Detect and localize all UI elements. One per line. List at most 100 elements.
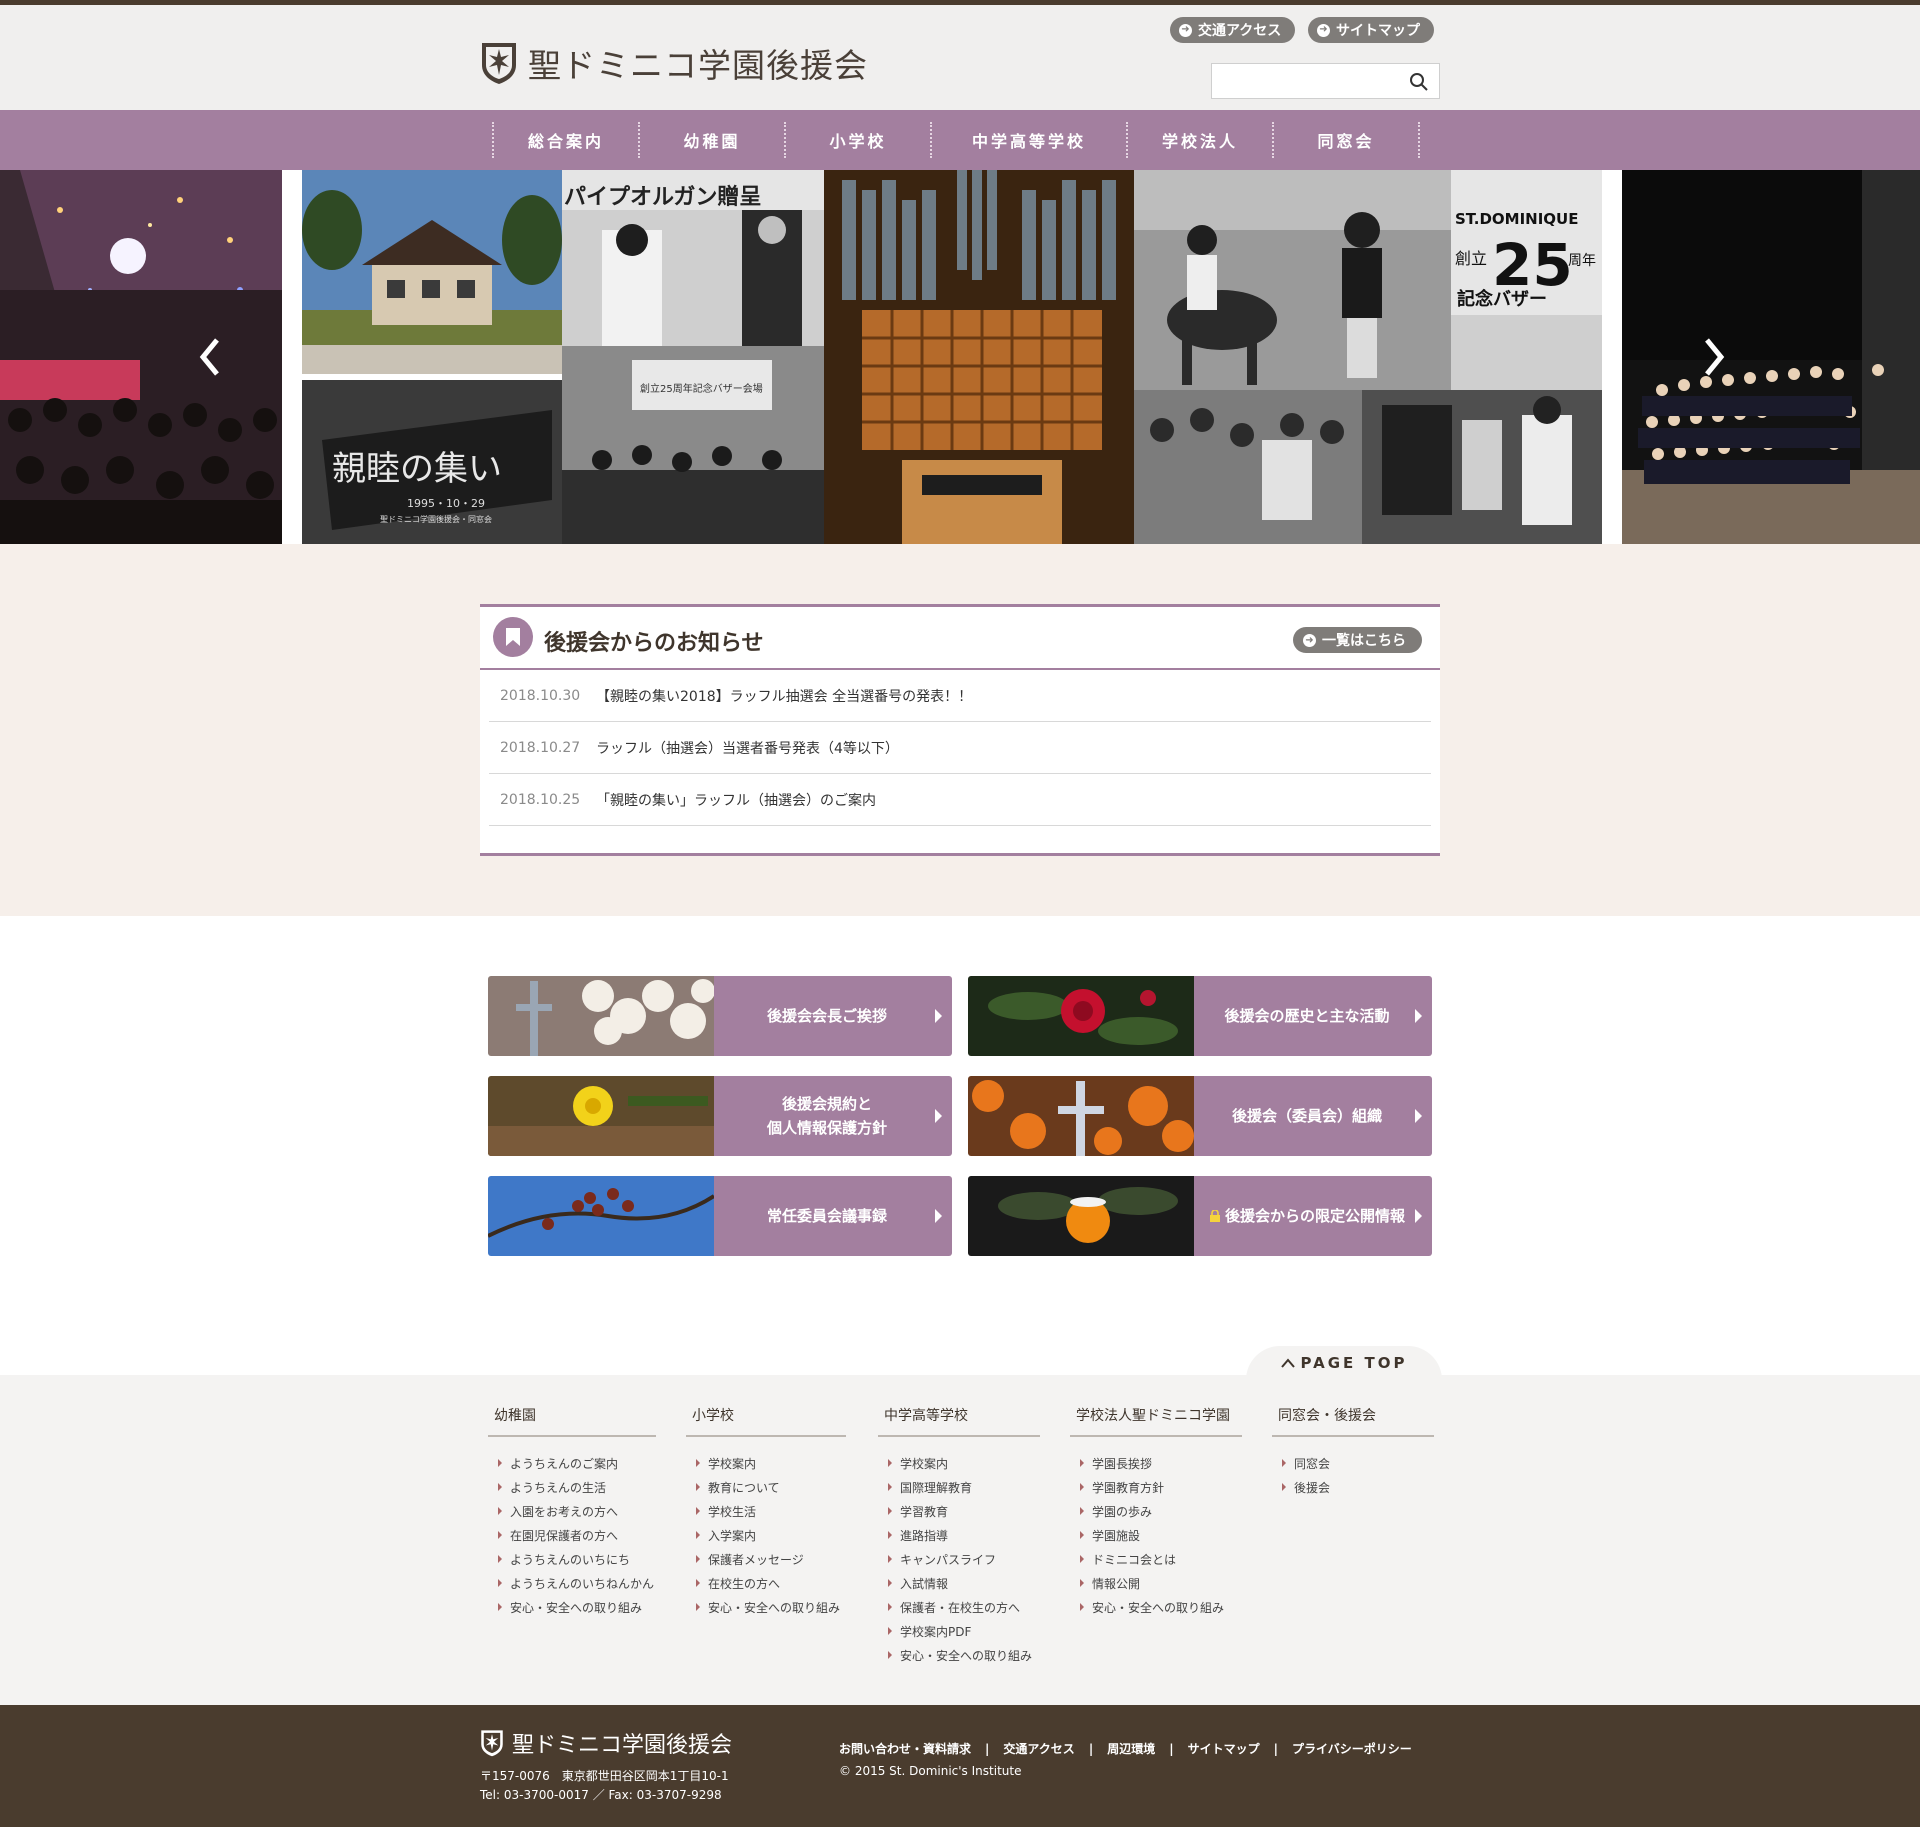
footer-link[interactable]: 入試情報: [888, 1571, 1040, 1595]
news-link[interactable]: ラッフル（抽選会）当選者番号発表（4等以下）: [596, 738, 899, 758]
news-link[interactable]: 「親睦の集い」ラッフル（抽選会）のご案内: [596, 790, 876, 810]
footer-link[interactable]: 安心・安全への取り組み: [1080, 1595, 1242, 1619]
footer-link[interactable]: 保護者メッセージ: [696, 1547, 846, 1571]
footer-link[interactable]: 後援会: [1282, 1475, 1434, 1499]
footer-link-text[interactable]: 安心・安全への取り組み: [510, 1599, 642, 1616]
footer-link[interactable]: ドミニコ会とは: [1080, 1547, 1242, 1571]
footer-link-text[interactable]: ようちえんのいちねんかん: [510, 1575, 654, 1592]
footer-link[interactable]: 国際理解教育: [888, 1475, 1040, 1499]
footer-link[interactable]: 進路指導: [888, 1523, 1040, 1547]
footer-link-text[interactable]: 保護者・在校生の方へ: [900, 1599, 1020, 1616]
footer-link-text[interactable]: 安心・安全への取り組み: [900, 1647, 1032, 1664]
footer-link[interactable]: ようちえんのいちねんかん: [498, 1571, 656, 1595]
footer-link[interactable]: 安心・安全への取り組み: [696, 1595, 846, 1619]
footer-link-text[interactable]: 安心・安全への取り組み: [1092, 1599, 1224, 1616]
footer-link[interactable]: 学校生活: [696, 1499, 846, 1523]
footer-link-text[interactable]: 同窓会: [1294, 1455, 1330, 1472]
footer-link[interactable]: 学習教育: [888, 1499, 1040, 1523]
footer-nav-contact[interactable]: お問い合わせ・資料請求: [839, 1740, 971, 1757]
footer-link-text[interactable]: 国際理解教育: [900, 1479, 972, 1496]
nav-item-school-corporation[interactable]: 学校法人: [1128, 110, 1272, 170]
card-committee-minutes[interactable]: 常任委員会議事録: [488, 1176, 952, 1256]
footer-link[interactable]: 在校生の方へ: [696, 1571, 846, 1595]
nav-item-general[interactable]: 総合案内: [494, 110, 638, 170]
nav-item-elementary[interactable]: 小学校: [786, 110, 930, 170]
footer-nav-access[interactable]: 交通アクセス: [1003, 1740, 1074, 1757]
footer-link-text[interactable]: 保護者メッセージ: [708, 1551, 804, 1568]
card-history-activities[interactable]: 後援会の歴史と主な活動: [968, 976, 1432, 1056]
search-input[interactable]: [1212, 64, 1402, 98]
footer-link-text[interactable]: 学園施設: [1092, 1527, 1140, 1544]
footer-link[interactable]: 教育について: [696, 1475, 846, 1499]
footer-link-text[interactable]: 学園教育方針: [1092, 1479, 1164, 1496]
footer-link[interactable]: 入園をお考えの方へ: [498, 1499, 656, 1523]
footer-link-text[interactable]: 入学案内: [708, 1527, 756, 1544]
news-item[interactable]: 2018.10.27 ラッフル（抽選会）当選者番号発表（4等以下）: [489, 722, 1431, 774]
footer-link[interactable]: 学園教育方針: [1080, 1475, 1242, 1499]
footer-link[interactable]: ようちえんのいちにち: [498, 1547, 656, 1571]
nav-item-alumni[interactable]: 同窓会: [1274, 110, 1418, 170]
footer-link-text[interactable]: 入園をお考えの方へ: [510, 1503, 618, 1520]
search-icon[interactable]: [1409, 72, 1429, 92]
footer-nav-surroundings[interactable]: 周辺環境: [1107, 1740, 1155, 1757]
access-button[interactable]: ➜ 交通アクセス: [1170, 17, 1296, 43]
footer-link-text[interactable]: 学習教育: [900, 1503, 948, 1520]
footer-nav-sitemap[interactable]: サイトマップ: [1188, 1740, 1260, 1757]
footer-link-text[interactable]: 後援会: [1294, 1479, 1330, 1496]
search-box: [1211, 63, 1440, 99]
footer-link-text[interactable]: キャンパスライフ: [900, 1551, 996, 1568]
footer-link[interactable]: 学園の歩み: [1080, 1499, 1242, 1523]
footer-link-text[interactable]: 学校生活: [708, 1503, 756, 1520]
page-top-label: PAGE TOP: [1300, 1354, 1408, 1372]
footer-link[interactable]: 学園長挨拶: [1080, 1451, 1242, 1475]
footer-link-text[interactable]: 学校案内PDF: [900, 1623, 971, 1640]
tel-fax-text: Tel: 03-3700-0017 ／ Fax: 03-3707-9298: [480, 1788, 722, 1802]
footer-link-text[interactable]: 学園長挨拶: [1092, 1455, 1152, 1472]
card-members-only-info[interactable]: 後援会からの限定公開情報: [968, 1176, 1432, 1256]
footer-link[interactable]: 学校案内: [696, 1451, 846, 1475]
footer-nav-privacy[interactable]: プライバシーポリシー: [1292, 1740, 1412, 1757]
card-rules-privacy[interactable]: 後援会規約と 個人情報保護方針: [488, 1076, 952, 1156]
footer-link-text[interactable]: 入試情報: [900, 1575, 948, 1592]
nav-item-junior-senior-high[interactable]: 中学高等学校: [932, 110, 1126, 170]
footer-link[interactable]: 在園児保護者の方へ: [498, 1523, 656, 1547]
footer-link-text[interactable]: 情報公開: [1092, 1575, 1140, 1592]
card-committee-organization[interactable]: 後援会（委員会）組織: [968, 1076, 1432, 1156]
footer-link[interactable]: 安心・安全への取り組み: [498, 1595, 656, 1619]
footer-logo[interactable]: 聖ドミニコ学園後援会: [480, 1727, 732, 1759]
footer-link-text[interactable]: 在校生の方へ: [708, 1575, 780, 1592]
footer-link[interactable]: ようちえんのご案内: [498, 1451, 656, 1475]
footer-link-text[interactable]: 学校案内: [900, 1455, 948, 1472]
footer-link-text[interactable]: 学校案内: [708, 1455, 756, 1472]
footer-link-text[interactable]: ようちえんの生活: [510, 1479, 606, 1496]
news-link[interactable]: 【親睦の集い2018】ラッフル抽選会 全当選番号の発表！！: [596, 686, 972, 706]
news-item[interactable]: 2018.10.30 【親睦の集い2018】ラッフル抽選会 全当選番号の発表！！: [489, 670, 1431, 722]
footer-link[interactable]: 安心・安全への取り組み: [888, 1643, 1040, 1667]
footer-link[interactable]: 学校案内: [888, 1451, 1040, 1475]
news-item[interactable]: 2018.10.25 「親睦の集い」ラッフル（抽選会）のご案内: [489, 774, 1431, 826]
footer-link-text[interactable]: ドミニコ会とは: [1092, 1551, 1176, 1568]
footer-link-text[interactable]: 進路指導: [900, 1527, 948, 1544]
footer-link-text[interactable]: 安心・安全への取り組み: [708, 1599, 840, 1616]
sitemap-button[interactable]: ➜ サイトマップ: [1308, 17, 1434, 43]
footer-link-text[interactable]: 学園の歩み: [1092, 1503, 1152, 1520]
footer-link-text[interactable]: ようちえんのいちにち: [510, 1551, 630, 1568]
footer-link[interactable]: 同窓会: [1282, 1451, 1434, 1475]
news-more-button[interactable]: ➜ 一覧はこちら: [1293, 627, 1422, 653]
footer-link[interactable]: 入学案内: [696, 1523, 846, 1547]
footer-link-text[interactable]: 在園児保護者の方へ: [510, 1527, 618, 1544]
footer-link[interactable]: 学校案内PDF: [888, 1619, 1040, 1643]
slider-next-button[interactable]: [1694, 170, 1734, 544]
footer-link[interactable]: 学園施設: [1080, 1523, 1242, 1547]
bullet-icon: [888, 1507, 892, 1515]
nav-item-kindergarten[interactable]: 幼稚園: [640, 110, 784, 170]
footer-link[interactable]: ようちえんの生活: [498, 1475, 656, 1499]
slider-prev-button[interactable]: [190, 170, 230, 544]
footer-link[interactable]: 情報公開: [1080, 1571, 1242, 1595]
footer-link-text[interactable]: ようちえんのご案内: [510, 1455, 618, 1472]
footer-link[interactable]: キャンパスライフ: [888, 1547, 1040, 1571]
site-logo[interactable]: 聖ドミニコ学園後援会: [480, 39, 868, 87]
card-chairman-greeting[interactable]: 後援会会長ご挨拶: [488, 976, 952, 1056]
footer-link-text[interactable]: 教育について: [708, 1479, 780, 1496]
footer-link[interactable]: 保護者・在校生の方へ: [888, 1595, 1040, 1619]
